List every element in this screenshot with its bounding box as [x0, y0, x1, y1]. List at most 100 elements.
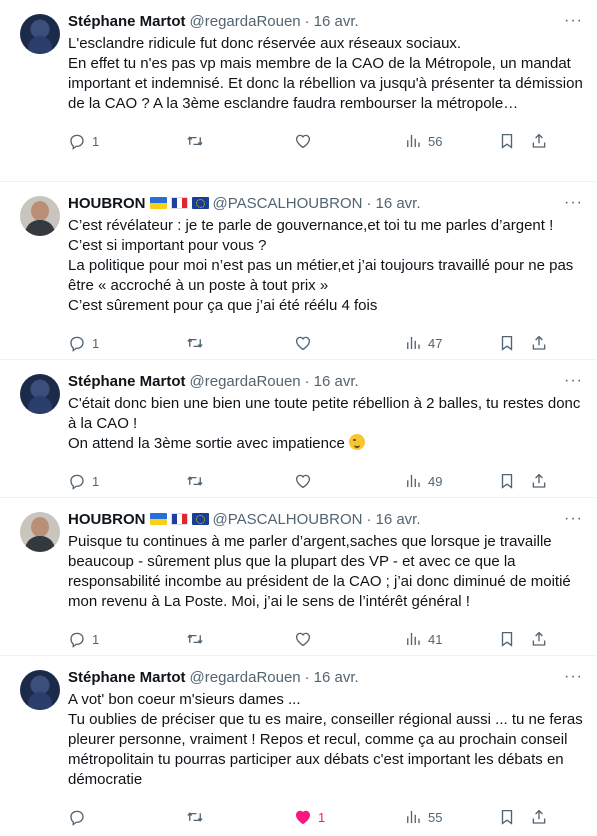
bookmark-button[interactable] — [498, 472, 530, 490]
retweet-button[interactable] — [186, 808, 294, 826]
views-icon — [407, 135, 420, 147]
tweet-date[interactable]: 16 avr. — [314, 13, 359, 30]
tweet-date[interactable]: 16 avr. — [375, 511, 420, 528]
avatar[interactable] — [20, 196, 60, 236]
tweet[interactable]: ··· Stéphane Martot @regardaRouen · 16 a… — [0, 656, 597, 826]
author-handle[interactable]: @PASCALHOUBRON — [213, 195, 363, 212]
author-name[interactable]: HOUBRON — [68, 511, 146, 528]
share-icon — [532, 473, 546, 488]
share-button[interactable] — [530, 630, 550, 648]
tweet-text: L'esclandre ridicule fut donc réservée a… — [68, 35, 583, 112]
author-handle[interactable]: @PASCALHOUBRON — [213, 511, 363, 528]
tweet-text-container: C'était donc bien une bien une toute pet… — [68, 394, 583, 454]
avatar[interactable] — [20, 374, 60, 414]
author-handle[interactable]: @regardaRouen — [190, 13, 301, 30]
share-button[interactable] — [530, 808, 550, 826]
like-button[interactable] — [294, 132, 404, 150]
bookmark-icon — [501, 809, 513, 825]
retweet-button[interactable] — [186, 630, 294, 648]
author-name[interactable]: HOUBRON — [68, 195, 146, 212]
separator: · — [366, 510, 372, 528]
share-icon — [532, 335, 546, 350]
retweet-button[interactable] — [186, 472, 294, 490]
bookmark-button[interactable] — [498, 808, 530, 826]
author-name[interactable]: Stéphane Martot — [68, 669, 186, 686]
views-icon — [407, 337, 420, 349]
tweet[interactable]: ··· Stéphane Martot @regardaRouen · 16 a… — [0, 360, 597, 498]
reply-button[interactable]: 1 — [68, 630, 186, 648]
author-handle[interactable]: @regardaRouen — [190, 669, 301, 686]
retweet-icon — [187, 338, 203, 348]
tweet-text: C’est révélateur : je te parle de gouver… — [68, 217, 574, 314]
views-count: 56 — [428, 133, 443, 149]
more-icon[interactable]: ··· — [564, 372, 583, 390]
avatar[interactable] — [20, 512, 60, 552]
bookmark-button[interactable] — [498, 334, 530, 352]
tweet[interactable]: ··· HOUBRON @PASCALHOUBRON · 16 avr. Pui… — [0, 498, 597, 656]
retweet-button[interactable] — [186, 334, 294, 352]
like-icon — [295, 632, 311, 647]
tweet[interactable]: ··· HOUBRON @PASCALHOUBRON · 16 avr. C’e… — [0, 182, 597, 360]
eu-flag-icon — [191, 197, 209, 209]
like-button[interactable] — [294, 334, 404, 352]
more-icon[interactable]: ··· — [564, 668, 583, 686]
tweet-date[interactable]: 16 avr. — [375, 195, 420, 212]
views-icon — [407, 475, 420, 487]
retweet-icon — [187, 476, 203, 486]
more-icon[interactable]: ··· — [564, 194, 583, 212]
share-icon — [532, 809, 546, 824]
more-icon[interactable]: ··· — [564, 12, 583, 30]
reply-button[interactable]: 1 — [68, 132, 186, 150]
ukraine-flag-icon — [149, 197, 167, 209]
reply-count: 1 — [92, 335, 100, 351]
tweet-date[interactable]: 16 avr. — [314, 373, 359, 390]
more-icon[interactable]: ··· — [564, 510, 583, 528]
share-button[interactable] — [530, 334, 550, 352]
tweet-text: Puisque tu continues à me parler d’argen… — [68, 533, 571, 610]
reply-icon — [70, 336, 84, 352]
retweet-icon — [187, 136, 203, 146]
avatar[interactable] — [20, 670, 60, 710]
views-button[interactable]: 56 — [404, 132, 498, 150]
views-button[interactable]: 55 — [404, 808, 498, 826]
tweet-header: Stéphane Martot @regardaRouen · 16 avr. — [68, 10, 583, 32]
like-button[interactable] — [294, 630, 404, 648]
author-name[interactable]: Stéphane Martot — [68, 373, 186, 390]
like-icon — [295, 134, 311, 149]
eu-flag-icon — [191, 513, 209, 525]
separator: · — [304, 12, 310, 30]
like-button[interactable] — [294, 472, 404, 490]
views-button[interactable]: 41 — [404, 630, 498, 648]
separator: · — [304, 668, 310, 686]
bookmark-icon — [501, 133, 513, 149]
reply-count: 1 — [92, 133, 100, 149]
views-button[interactable]: 49 — [404, 472, 498, 490]
tweet-text: C'était donc bien une bien une toute pet… — [68, 395, 581, 452]
tweet-header: HOUBRON @PASCALHOUBRON · 16 avr. — [68, 508, 583, 530]
timeline: ··· Stéphane Martot @regardaRouen · 16 a… — [0, 0, 597, 826]
reply-button[interactable]: 1 — [68, 334, 186, 352]
reply-button[interactable] — [68, 808, 186, 826]
action-bar: 1 55 — [68, 798, 583, 836]
views-count: 55 — [428, 809, 443, 825]
tweet[interactable]: ··· Stéphane Martot @regardaRouen · 16 a… — [0, 0, 597, 182]
retweet-icon — [187, 634, 203, 644]
views-icon — [407, 633, 420, 645]
share-button[interactable] — [530, 132, 550, 150]
views-icon — [407, 811, 420, 823]
bookmark-button[interactable] — [498, 132, 530, 150]
share-button[interactable] — [530, 472, 550, 490]
reply-button[interactable]: 1 — [68, 472, 186, 490]
tweet-date[interactable]: 16 avr. — [314, 669, 359, 686]
like-button[interactable]: 1 — [294, 808, 404, 826]
bookmark-button[interactable] — [498, 630, 530, 648]
author-handle[interactable]: @regardaRouen — [190, 373, 301, 390]
bookmark-icon — [501, 473, 513, 489]
reply-count: 1 — [92, 473, 100, 489]
retweet-button[interactable] — [186, 132, 294, 150]
action-bar: 1 56 — [68, 122, 583, 160]
views-button[interactable]: 47 — [404, 334, 498, 352]
author-name[interactable]: Stéphane Martot — [68, 13, 186, 30]
action-bar: 1 49 — [68, 462, 583, 500]
avatar[interactable] — [20, 14, 60, 54]
